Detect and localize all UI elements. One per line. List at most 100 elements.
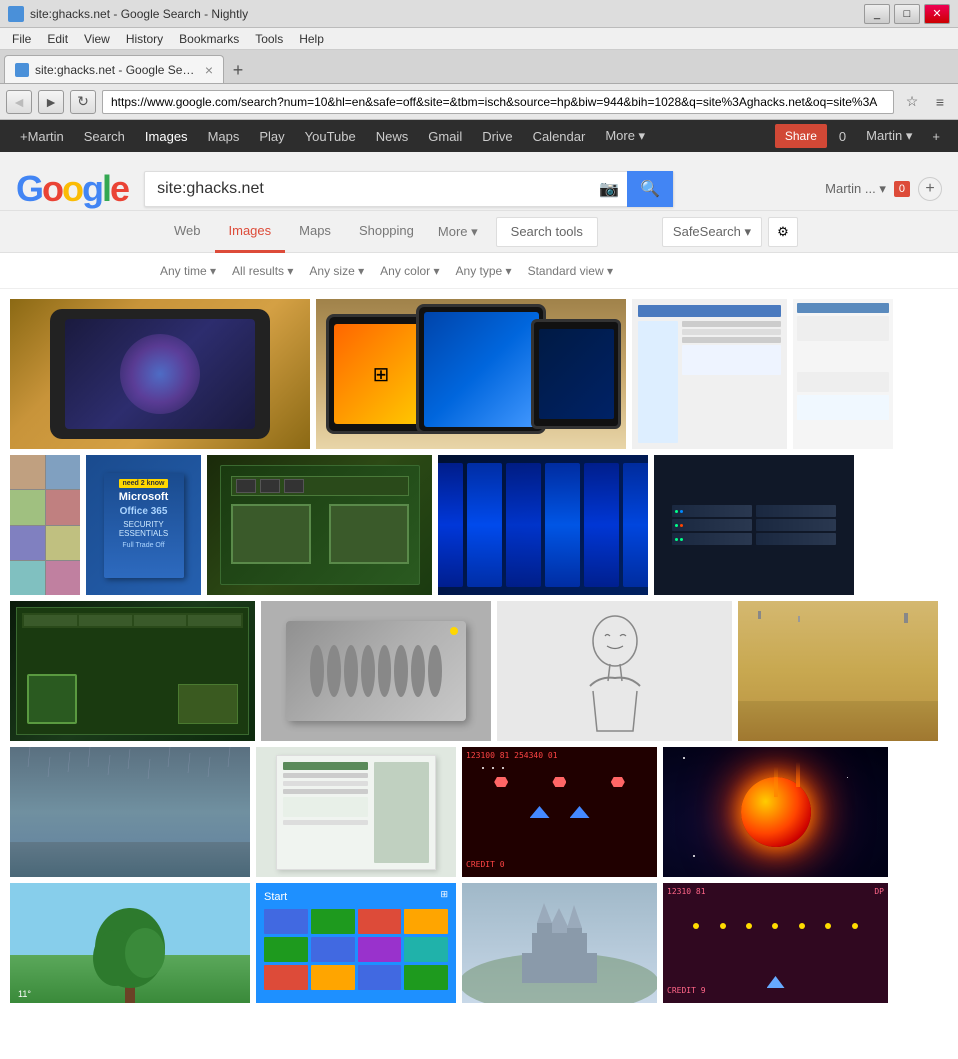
menu-bookmarks[interactable]: Bookmarks — [171, 30, 247, 48]
list-item[interactable] — [497, 601, 732, 741]
tablet-small — [531, 319, 621, 429]
list-item[interactable] — [261, 601, 491, 741]
refresh-button[interactable]: ↻ — [70, 90, 96, 114]
list-item[interactable] — [10, 601, 255, 741]
list-item[interactable]: 12310 81 DP CREDIT 9 — [663, 883, 888, 1003]
menu-edit[interactable]: Edit — [39, 30, 76, 48]
google-header: Google 📷 🔍 Martin ... ▾ 0 + — [0, 152, 958, 211]
menu-file[interactable]: File — [4, 30, 39, 48]
tab-close-button[interactable]: × — [205, 62, 213, 78]
list-item[interactable] — [462, 883, 657, 1003]
url-input[interactable] — [102, 90, 894, 114]
minimize-button[interactable]: _ — [864, 4, 890, 24]
add-account-button[interactable]: + — [918, 177, 942, 201]
menu-view[interactable]: View — [76, 30, 118, 48]
list-item[interactable] — [10, 455, 80, 595]
search-tools-button[interactable]: Search tools — [496, 217, 598, 247]
filter-all-results[interactable]: All results ▾ — [232, 264, 293, 278]
camera-search-icon[interactable]: 📷 — [591, 179, 627, 199]
filter-bar: Any time ▾ All results ▾ Any size ▾ Any … — [0, 253, 958, 289]
maximize-button[interactable]: □ — [894, 4, 920, 24]
google-nav-more[interactable]: More ▾ — [595, 120, 655, 152]
google-nav-search[interactable]: Search — [74, 120, 135, 152]
list-item[interactable]: Start ⊞ — [256, 883, 456, 1003]
person-sketch-svg — [555, 606, 675, 736]
tablet-device — [50, 309, 270, 439]
menu-tools[interactable]: Tools — [247, 30, 291, 48]
list-item[interactable]: need 2 know Microsoft Office 365 SECURIT… — [86, 455, 201, 595]
google-nav-youtube[interactable]: YouTube — [295, 120, 366, 152]
list-item[interactable] — [738, 601, 938, 741]
notification-count[interactable]: 0 — [831, 129, 854, 144]
forward-button[interactable]: ► — [38, 90, 64, 114]
plus-button[interactable]: + — [924, 129, 948, 144]
google-nav-martin-name: Martin — [28, 129, 64, 144]
menu-help[interactable]: Help — [291, 30, 332, 48]
new-tab-button[interactable]: + — [224, 57, 252, 83]
tab-label: site:ghacks.net - Google Search — [35, 63, 199, 77]
google-nav-plus-martin[interactable]: +Martin — [10, 120, 74, 152]
user-profile-button[interactable]: Martin ▾ — [858, 128, 920, 144]
filter-any-size[interactable]: Any size ▾ — [309, 264, 364, 278]
tablet-glow — [120, 334, 200, 414]
list-item[interactable]: 123100 81 254340 01 — [462, 747, 657, 877]
window-controls: _ □ ✕ — [864, 4, 950, 24]
menu-history[interactable]: History — [118, 30, 171, 48]
google-nav-play[interactable]: Play — [249, 120, 294, 152]
safe-search-button[interactable]: SafeSearch ▾ — [662, 217, 762, 247]
filter-standard-view[interactable]: Standard view ▾ — [528, 264, 613, 278]
settings-gear-icon[interactable]: ⚙ — [768, 217, 798, 247]
browser-window: site:ghacks.net - Google Search - Nightl… — [0, 0, 958, 1019]
list-item[interactable]: ⊞ — [316, 299, 626, 449]
tablet-mid — [416, 304, 546, 434]
image-row-1: ⊞ — [10, 299, 948, 449]
title-bar: site:ghacks.net - Google Search - Nightl… — [0, 0, 958, 28]
user-display-name: Martin ... ▾ — [825, 181, 886, 197]
share-button[interactable]: Share — [775, 124, 827, 148]
google-nav-right: Share 0 Martin ▾ + — [775, 124, 948, 148]
list-item[interactable] — [663, 747, 888, 877]
search-box: 📷 🔍 — [144, 171, 674, 207]
google-nav-calendar[interactable]: Calendar — [523, 120, 596, 152]
filter-any-time[interactable]: Any time ▾ — [160, 264, 216, 278]
google-nav-gmail[interactable]: Gmail — [418, 120, 472, 152]
list-item[interactable]: 11° — [10, 883, 250, 1003]
search-input[interactable] — [145, 180, 591, 198]
list-item[interactable] — [207, 455, 432, 595]
google-nav-news[interactable]: News — [366, 120, 419, 152]
menu-bar: File Edit View History Bookmarks Tools H… — [0, 28, 958, 50]
notification-badge[interactable]: 0 — [894, 181, 910, 197]
filter-any-color[interactable]: Any color ▾ — [380, 264, 439, 278]
list-item[interactable] — [654, 455, 854, 595]
search-magnifier-icon: 🔍 — [640, 179, 660, 199]
tablets-inner: ⊞ — [316, 299, 626, 449]
google-nav-bar: +Martin Search Images Maps Play YouTube … — [0, 120, 958, 152]
list-item[interactable] — [438, 455, 648, 595]
tab-images[interactable]: Images — [215, 211, 286, 253]
tab-maps[interactable]: Maps — [285, 211, 345, 253]
martin-label: Martin — [866, 128, 902, 143]
address-bar-icons: ☆ ≡ — [900, 90, 952, 114]
google-nav-images[interactable]: Images — [135, 120, 198, 152]
tab-bar: site:ghacks.net - Google Search × + — [0, 50, 958, 84]
tab-favicon — [15, 63, 29, 77]
list-item[interactable] — [256, 747, 456, 877]
active-tab[interactable]: site:ghacks.net - Google Search × — [4, 55, 224, 83]
back-button[interactable]: ◄ — [6, 90, 32, 114]
tab-web[interactable]: Web — [160, 211, 215, 253]
bookmark-star-icon[interactable]: ☆ — [900, 90, 924, 114]
search-button[interactable]: 🔍 — [627, 171, 673, 207]
reader-icon[interactable]: ≡ — [928, 90, 952, 114]
list-item[interactable] — [632, 299, 787, 449]
tree-svg — [70, 893, 190, 1003]
list-item[interactable] — [793, 299, 893, 449]
logo-text: Google — [16, 168, 128, 210]
tab-shopping[interactable]: Shopping — [345, 211, 428, 253]
google-nav-maps[interactable]: Maps — [198, 120, 250, 152]
tab-more[interactable]: More ▾ — [428, 211, 488, 253]
list-item[interactable] — [10, 747, 250, 877]
filter-any-type[interactable]: Any type ▾ — [456, 264, 512, 278]
close-button[interactable]: ✕ — [924, 4, 950, 24]
google-nav-drive[interactable]: Drive — [472, 120, 522, 152]
list-item[interactable] — [10, 299, 310, 449]
